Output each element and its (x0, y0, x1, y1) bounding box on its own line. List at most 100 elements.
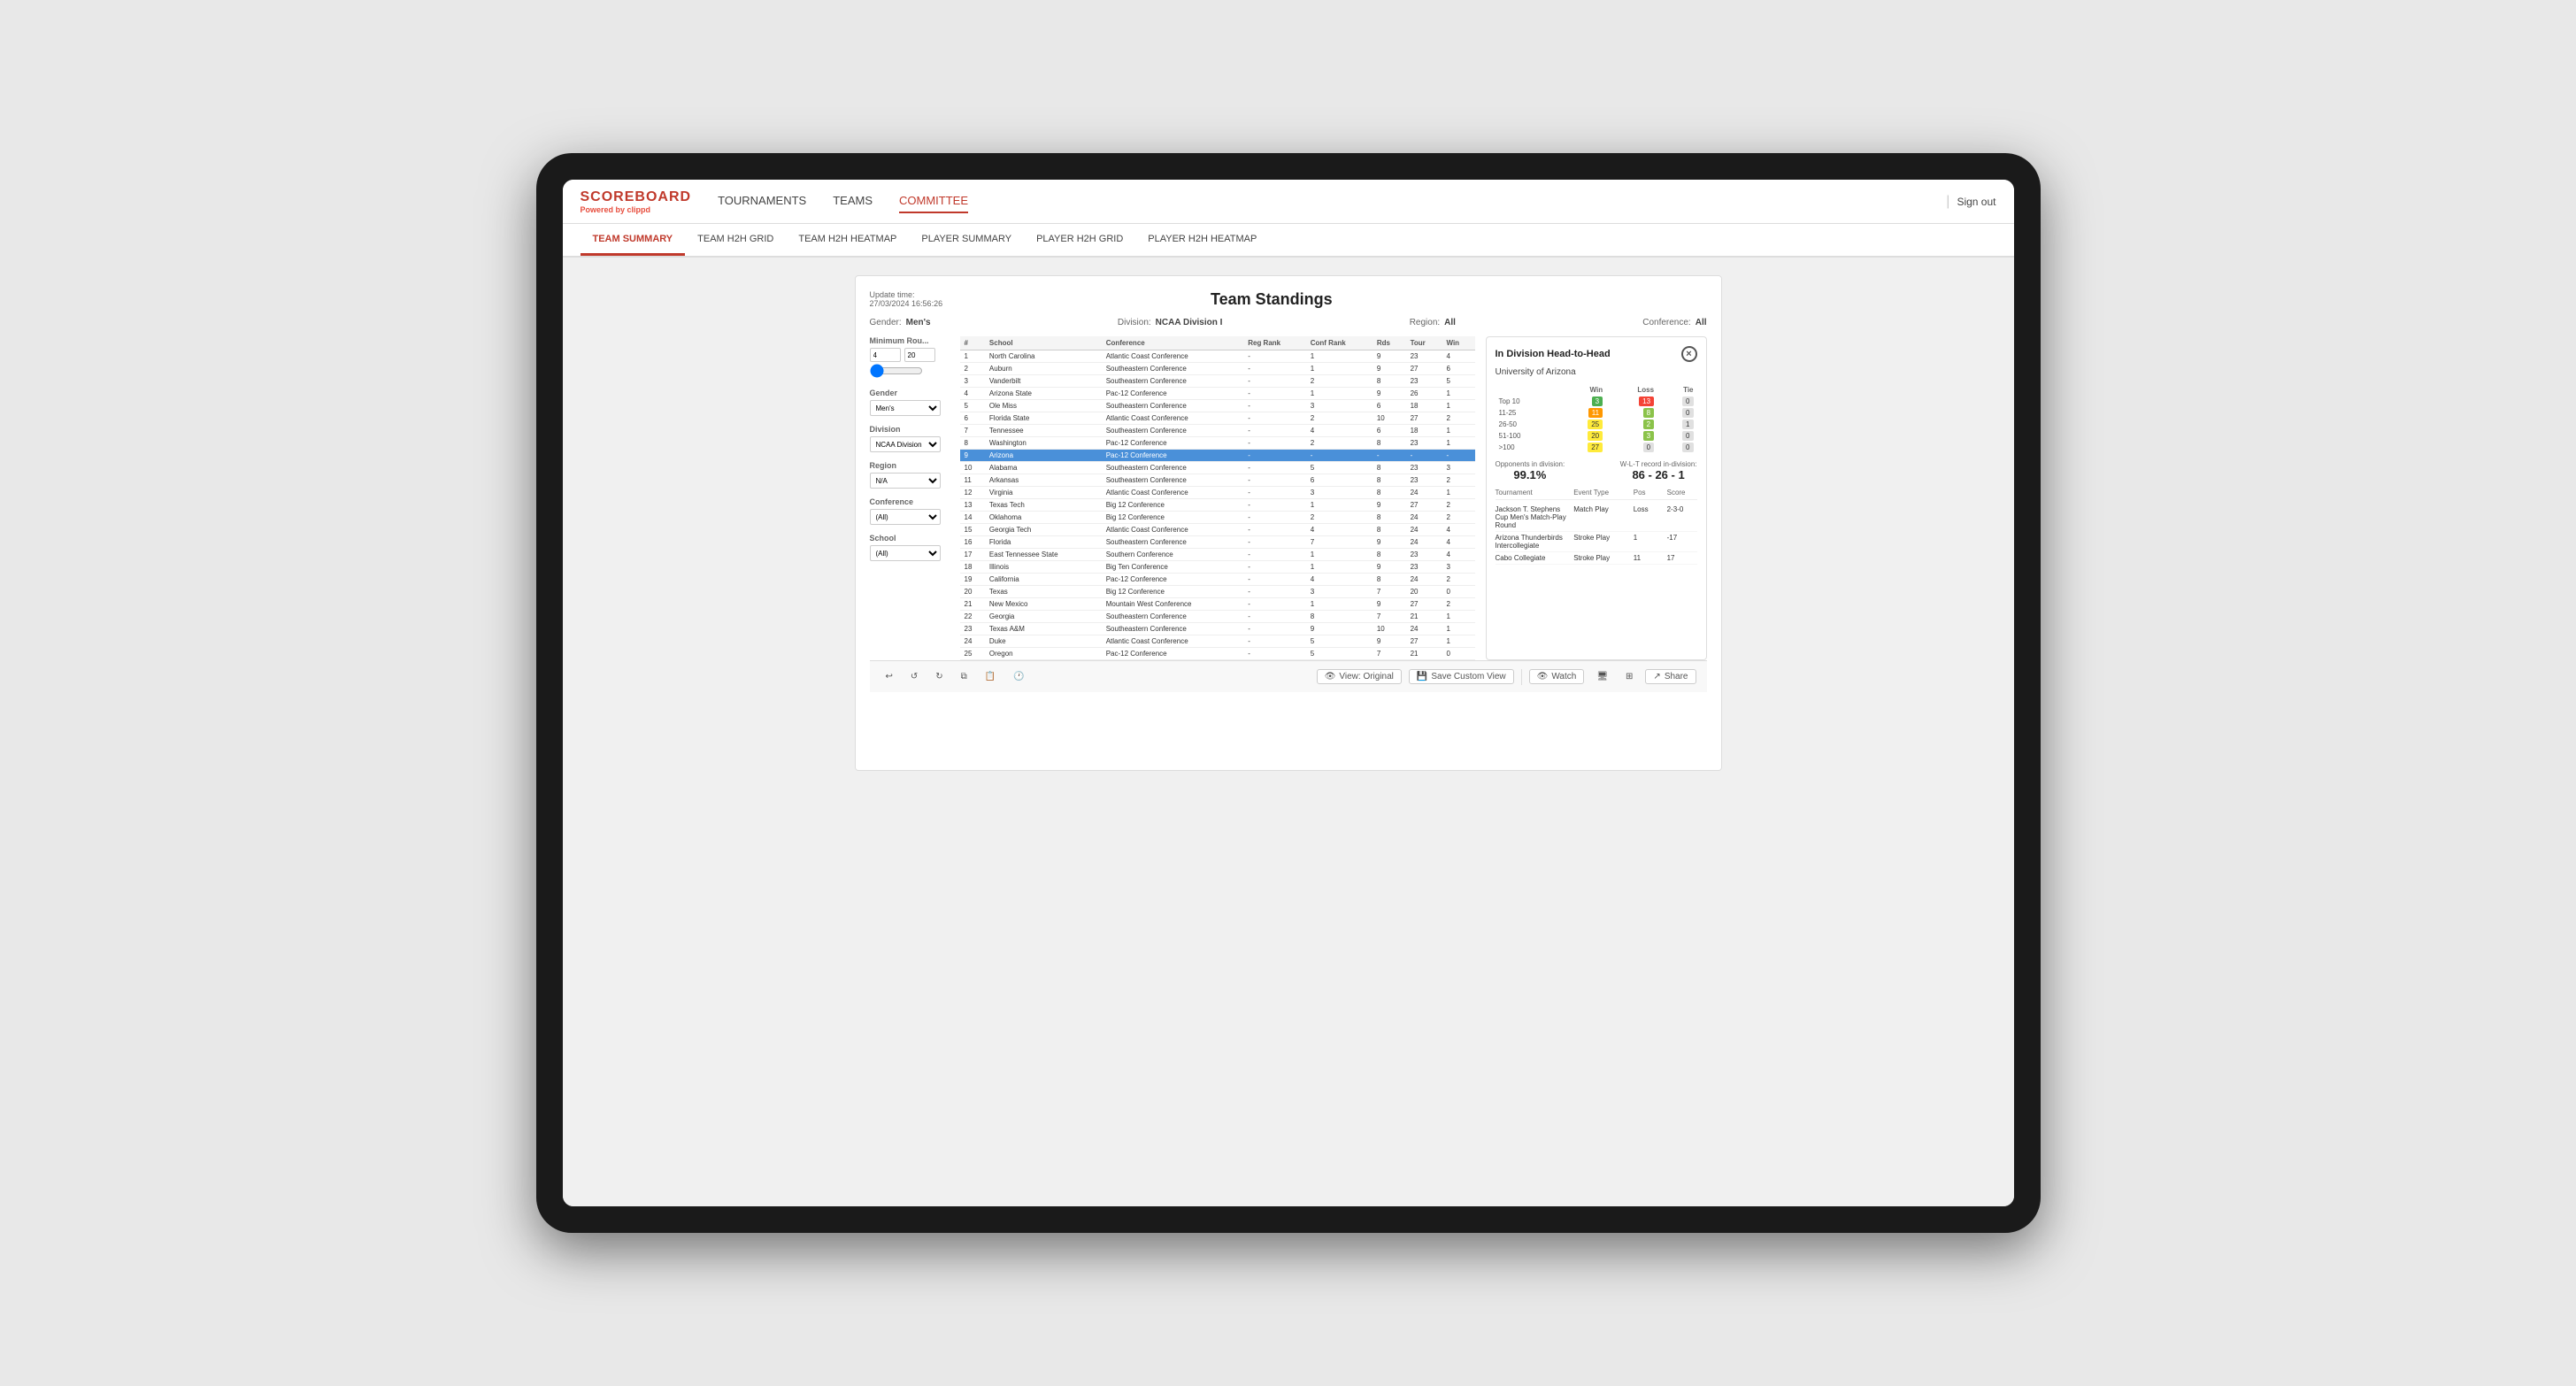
conference-select[interactable]: (All) (870, 509, 941, 525)
clock-button[interactable]: 🕐 (1008, 670, 1029, 683)
nav-committee[interactable]: COMMITTEE (899, 189, 968, 213)
table-row[interactable]: 25 Oregon Pac-12 Conference - 5 7 21 0 (960, 648, 1475, 660)
col-school: School (985, 336, 1102, 350)
paste-button[interactable]: 📋 (980, 670, 1001, 683)
toolbar-divider-1 (1521, 669, 1522, 685)
max-rounds-input[interactable] (904, 348, 935, 362)
logo-sub: Powered by clippd (581, 205, 692, 214)
table-row[interactable]: 17 East Tennessee State Southern Confere… (960, 549, 1475, 561)
table-row[interactable]: 8 Washington Pac-12 Conference - 2 8 23 … (960, 437, 1475, 450)
division-filter-display: Division: NCAA Division I (1118, 318, 1223, 327)
col-num: # (960, 336, 985, 350)
watch-button[interactable]: 👁 Watch (1529, 669, 1585, 684)
col-reg-rank: Reg Rank (1243, 336, 1306, 350)
table-row[interactable]: 1 North Carolina Atlantic Coast Conferen… (960, 350, 1475, 363)
right-panel-header: In Division Head-to-Head × (1496, 346, 1697, 362)
tablet-screen: SCOREBOARD Powered by clippd TOURNAMENTS… (563, 180, 2014, 1206)
opponents-stat: Opponents in division: 99.1% (1496, 460, 1565, 481)
subnav-player-h2h-grid[interactable]: PLAYER H2H GRID (1024, 224, 1135, 256)
table-row[interactable]: 21 New Mexico Mountain West Conference -… (960, 598, 1475, 611)
table-row[interactable]: 18 Illinois Big Ten Conference - 1 9 23 … (960, 561, 1475, 574)
wlt-stat: W-L-T record in-division: 86 - 26 - 1 (1620, 460, 1697, 481)
school-select[interactable]: (All) (870, 545, 941, 561)
stats-row: Opponents in division: 99.1% W-L-T recor… (1496, 460, 1697, 481)
region-filter-display: Region: All (1410, 318, 1456, 327)
table-row[interactable]: 9 Arizona Pac-12 Conference - - - - - (960, 450, 1475, 462)
redo1-button[interactable]: ↺ (905, 670, 923, 683)
save-custom-view-button[interactable]: 💾 Save Custom View (1409, 669, 1514, 684)
col-rds: Rds (1373, 336, 1406, 350)
logo-area: SCOREBOARD Powered by clippd (581, 189, 692, 214)
col-win: Win (1442, 336, 1474, 350)
update-time: Update time: 27/03/2024 16:56:26 (870, 290, 943, 308)
nav-teams[interactable]: TEAMS (833, 189, 873, 213)
redo2-button[interactable]: ↻ (930, 670, 948, 683)
main-content: Update time: 27/03/2024 16:56:26 Team St… (563, 258, 2014, 1206)
top-nav-links: TOURNAMENTS TEAMS COMMITTEE (718, 189, 1946, 213)
min-rounds-group: Minimum Rou... (870, 336, 950, 380)
top-nav: SCOREBOARD Powered by clippd TOURNAMENTS… (563, 180, 2014, 224)
col-conference: Conference (1102, 336, 1244, 350)
table-row[interactable]: 3 Vanderbilt Southeastern Conference - 2… (960, 375, 1475, 388)
view-original-button[interactable]: 👁 View: Original (1317, 669, 1402, 684)
rounds-slider[interactable] (870, 364, 923, 378)
tournament-row-3[interactable]: Cabo Collegiate Stroke Play 11 17 (1496, 552, 1697, 565)
subnav-player-h2h-heatmap[interactable]: PLAYER H2H HEATMAP (1135, 224, 1269, 256)
gender-filter-display: Gender: Men's (870, 318, 931, 327)
gender-select[interactable]: Men's (870, 400, 941, 416)
region-filter-group: Region N/A (870, 461, 950, 489)
bottom-toolbar: ↩ ↺ ↻ ⧉ 📋 🕐 👁 View: Original 💾 Save Cust… (870, 660, 1707, 692)
undo-button[interactable]: ↩ (880, 670, 898, 683)
col-conf-rank: Conf Rank (1306, 336, 1373, 350)
table-row[interactable]: 23 Texas A&M Southeastern Conference - 9… (960, 623, 1475, 635)
h2h-col-tie: Tie (1657, 384, 1696, 396)
table-row[interactable]: 5 Ole Miss Southeastern Conference - 3 6… (960, 400, 1475, 412)
tournament-row-1[interactable]: Jackson T. Stephens Cup Men's Match-Play… (1496, 504, 1697, 532)
subnav-team-summary[interactable]: TEAM SUMMARY (581, 224, 686, 256)
table-row[interactable]: 13 Texas Tech Big 12 Conference - 1 9 27… (960, 499, 1475, 512)
grid-button[interactable]: ⊞ (1620, 670, 1638, 683)
table-row[interactable]: 24 Duke Atlantic Coast Conference - 5 9 … (960, 635, 1475, 648)
left-filters: Minimum Rou... Gender Men's (870, 336, 950, 660)
table-row[interactable]: 10 Alabama Southeastern Conference - 5 8… (960, 462, 1475, 474)
h2h-col-loss: Loss (1606, 384, 1657, 396)
h2h-table: Win Loss Tie Top 10 3 13 0 (1496, 384, 1697, 453)
h2h-row-top10: Top 10 3 13 0 (1496, 396, 1697, 407)
min-rounds-input[interactable] (870, 348, 901, 362)
table-row[interactable]: 2 Auburn Southeastern Conference - 1 9 2… (960, 363, 1475, 375)
sign-out-link[interactable]: Sign out (1957, 196, 1995, 208)
region-select[interactable]: N/A (870, 473, 941, 489)
col-tour: Tour (1406, 336, 1442, 350)
nav-tournaments[interactable]: TOURNAMENTS (718, 189, 806, 213)
right-panel-title: In Division Head-to-Head (1496, 349, 1611, 359)
tournament-list: Tournament Event Type Pos Score Jackson … (1496, 489, 1697, 565)
division-select[interactable]: NCAA Division I (870, 436, 941, 452)
table-row[interactable]: 6 Florida State Atlantic Coast Conferenc… (960, 412, 1475, 425)
h2h-row-51-100: 51-100 20 3 0 (1496, 430, 1697, 442)
table-row[interactable]: 7 Tennessee Southeastern Conference - 4 … (960, 425, 1475, 437)
table-row[interactable]: 20 Texas Big 12 Conference - 3 7 20 0 (960, 586, 1475, 598)
subnav-player-summary[interactable]: PLAYER SUMMARY (909, 224, 1024, 256)
content-panel: Update time: 27/03/2024 16:56:26 Team St… (855, 275, 1722, 771)
table-row[interactable]: 15 Georgia Tech Atlantic Coast Conferenc… (960, 524, 1475, 536)
table-row[interactable]: 16 Florida Southeastern Conference - 7 9… (960, 536, 1475, 549)
subnav-team-h2h-heatmap[interactable]: TEAM H2H HEATMAP (786, 224, 909, 256)
table-header-row: # School Conference Reg Rank Conf Rank R… (960, 336, 1475, 350)
standings-table: # School Conference Reg Rank Conf Rank R… (960, 336, 1475, 660)
table-row[interactable]: 14 Oklahoma Big 12 Conference - 2 8 24 2 (960, 512, 1475, 524)
subnav-team-h2h-grid[interactable]: TEAM H2H GRID (685, 224, 786, 256)
table-row[interactable]: 19 California Pac-12 Conference - 4 8 24… (960, 574, 1475, 586)
table-row[interactable]: 12 Virginia Atlantic Coast Conference - … (960, 487, 1475, 499)
tablet-frame: SCOREBOARD Powered by clippd TOURNAMENTS… (536, 153, 2041, 1233)
tournament-row-2[interactable]: Arizona Thunderbirds Intercollegiate Str… (1496, 532, 1697, 552)
panel-body: Minimum Rou... Gender Men's (870, 336, 1707, 660)
copy-button[interactable]: ⧉ (956, 670, 973, 683)
table-row[interactable]: 11 Arkansas Southeastern Conference - 6 … (960, 474, 1475, 487)
save-icon: 💾 (1417, 672, 1427, 681)
close-button[interactable]: × (1681, 346, 1697, 362)
gender-filter-group: Gender Men's (870, 389, 950, 416)
table-row[interactable]: 22 Georgia Southeastern Conference - 8 7… (960, 611, 1475, 623)
screen-button[interactable]: 🖥 (1591, 670, 1613, 683)
table-row[interactable]: 4 Arizona State Pac-12 Conference - 1 9 … (960, 388, 1475, 400)
share-button[interactable]: ↗ Share (1645, 669, 1696, 684)
